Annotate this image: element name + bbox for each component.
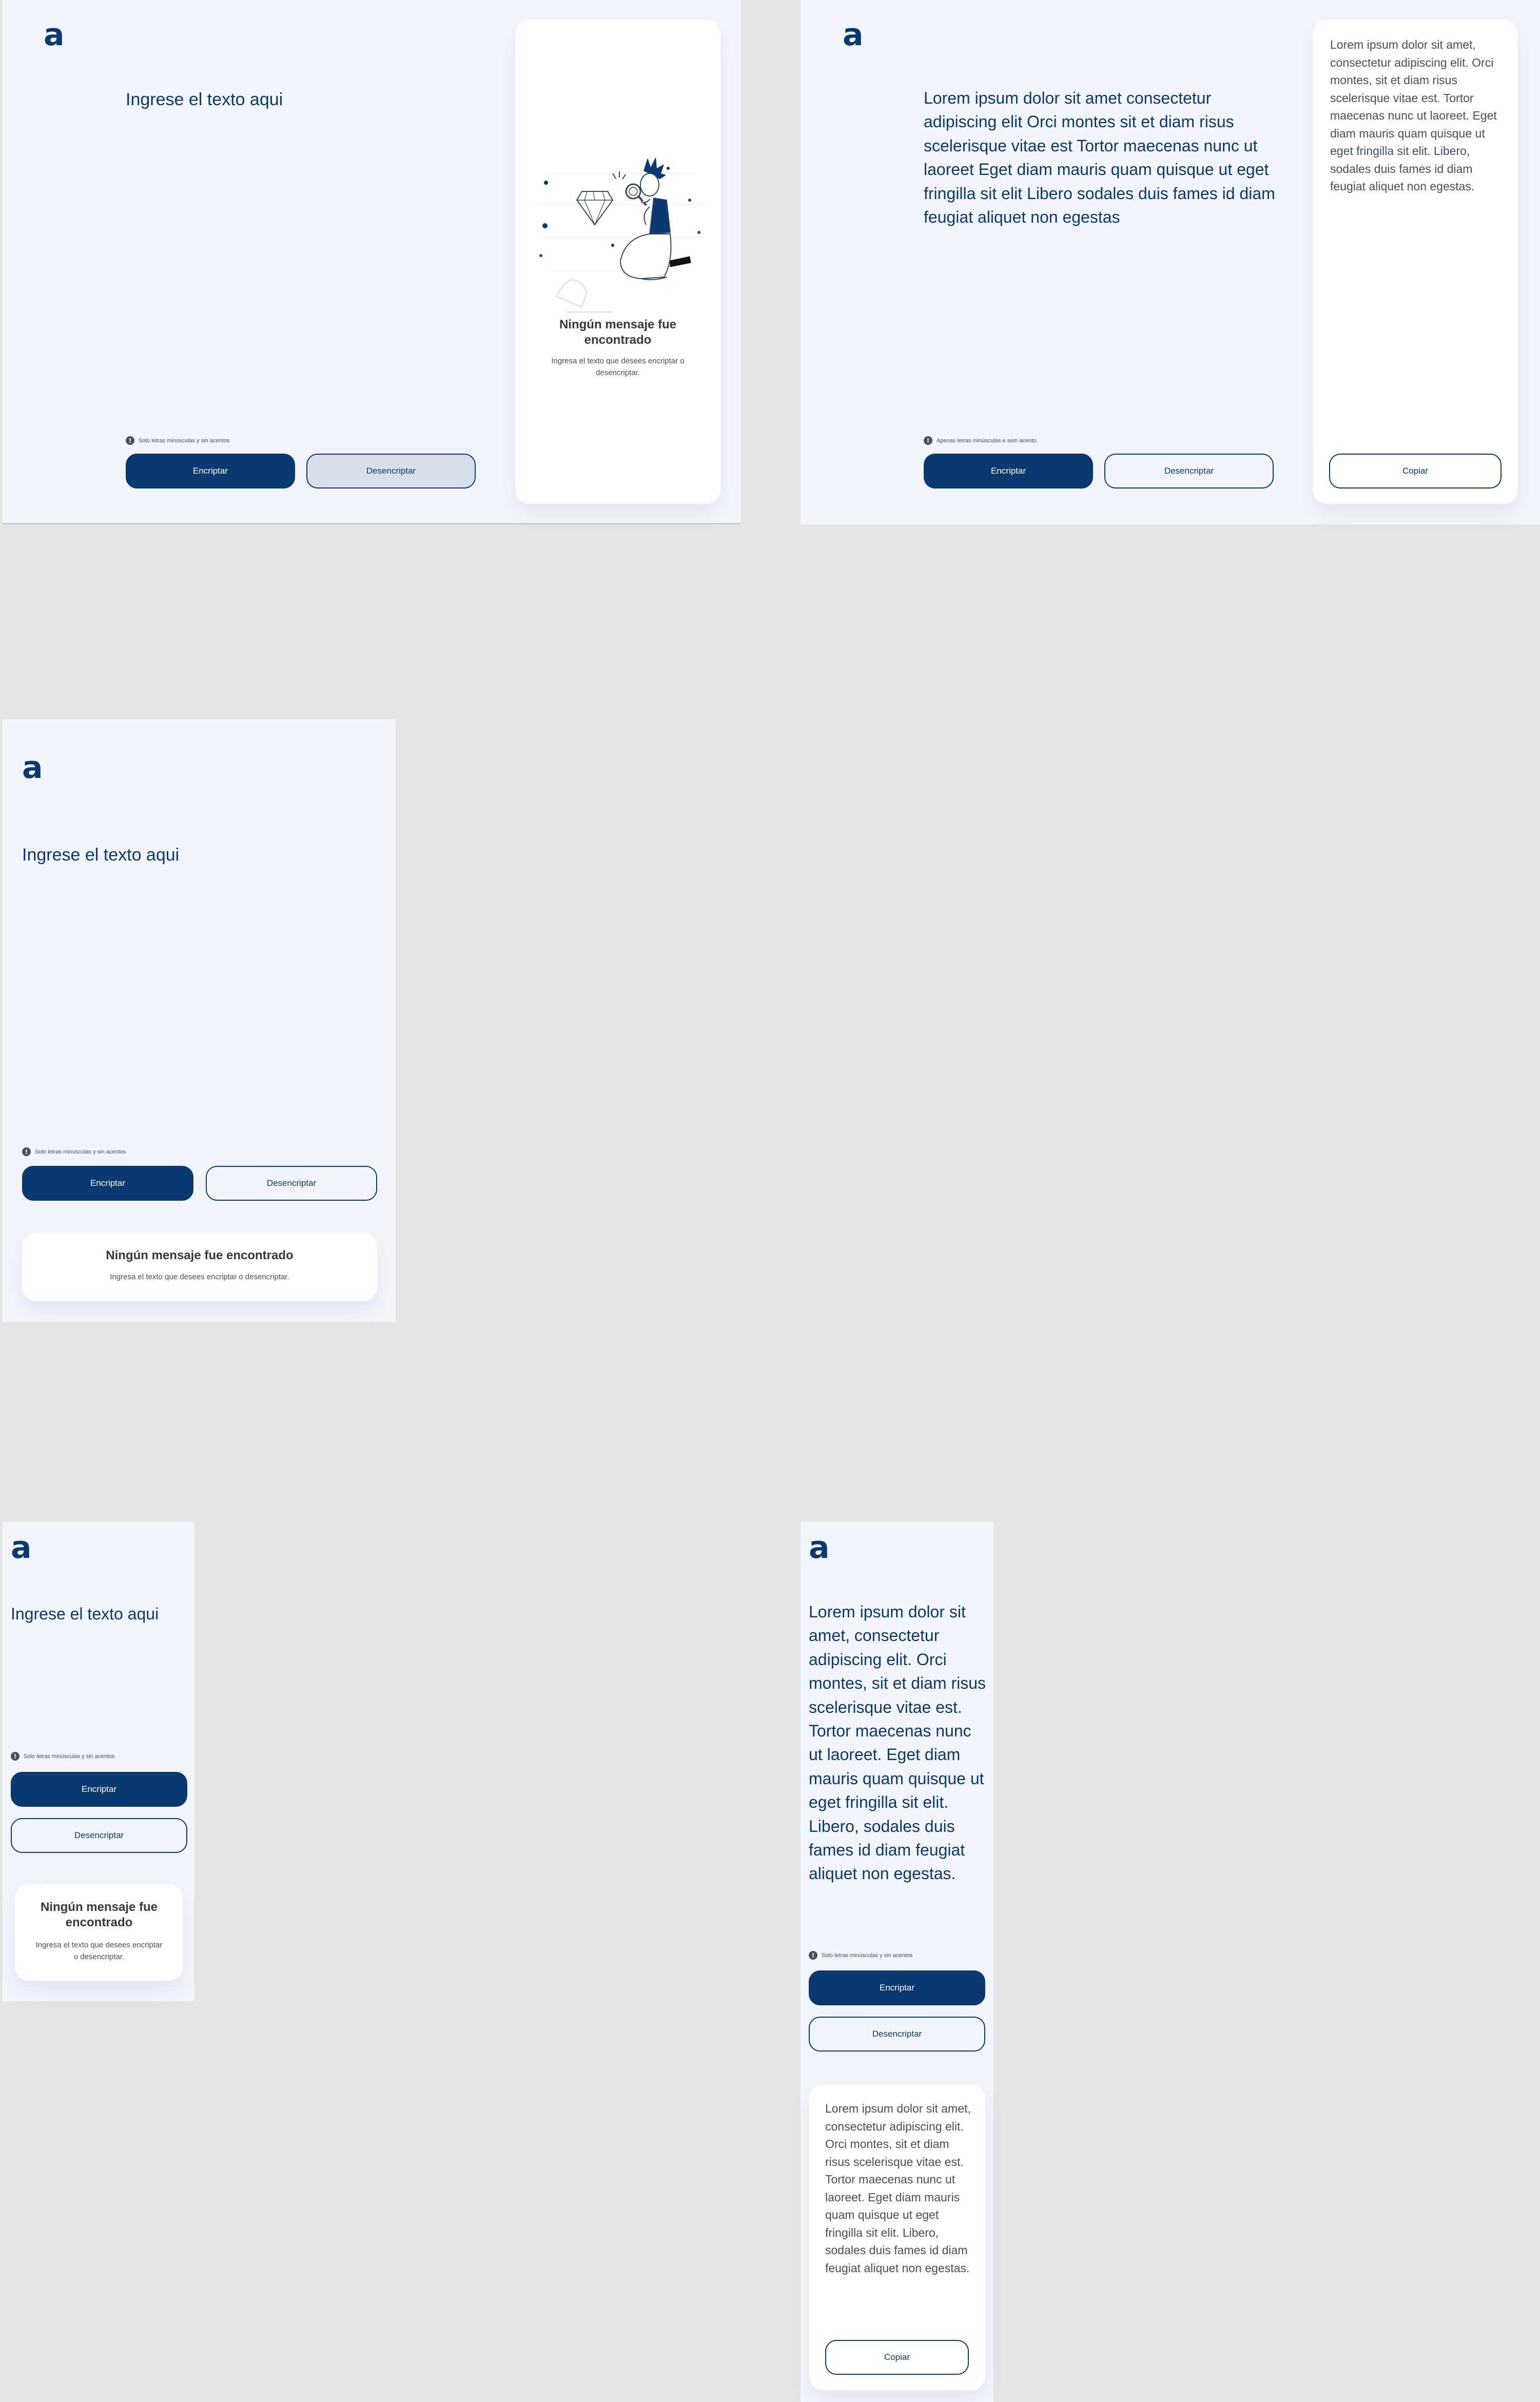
decrypt-button[interactable]: Desencriptar (1104, 454, 1274, 489)
copy-button[interactable]: Copiar (825, 2340, 969, 2375)
empty-subtitle: Ingresa el texto que desees encriptar o … (110, 1273, 289, 1281)
text-input[interactable]: Ingrese el texto aqui (22, 843, 376, 868)
output-text: Lorem ipsum dolor sit amet, consectetur … (1330, 38, 1497, 193)
encrypt-button[interactable]: Encriptar (22, 1166, 193, 1201)
input-hint: ! Solo letras minúsculas y sin acentos (11, 1752, 114, 1761)
encrypt-button[interactable]: Encriptar (126, 454, 295, 489)
info-icon: ! (924, 436, 932, 445)
desktop-filled-frame: a Lorem ipsum dolor sit amet consectetur… (801, 0, 1540, 524)
output-card: Ningún mensaje fue encontrado Ingresa el… (515, 19, 720, 504)
output-card: Ningún mensaje fue encontrado Ingresa el… (15, 1884, 183, 1981)
decrypt-button[interactable]: Desencriptar (306, 454, 476, 489)
hint-text: Solo letras minúsculas y sin acentos (139, 437, 230, 444)
empty-subtitle: Ingresa el texto que desees encriptar o … (35, 1941, 163, 1961)
logo[interactable]: a (809, 1532, 830, 1563)
info-icon: ! (809, 1951, 817, 1960)
hint-text: Solo letras minúsculas y sin acentos (822, 1952, 913, 1959)
text-input[interactable]: Lorem ipsum dolor sit amet, consectetur … (809, 1600, 986, 1886)
tablet-empty-frame: a Ingrese el texto aqui ! Solo letras mi… (3, 719, 396, 1322)
empty-title: Ningún mensaje fue encontrado (40, 1900, 158, 1929)
text-input[interactable]: Lorem ipsum dolor sit amet consectetur a… (924, 86, 1278, 229)
text-input[interactable]: Ingrese el texto aqui (126, 87, 500, 112)
empty-title: Ningún mensaje fue encontrado (106, 1248, 294, 1262)
encrypt-button[interactable]: Encriptar (809, 1970, 985, 2005)
input-hint: ! Solo letras minúsculas y sin acentos (809, 1951, 912, 1960)
info-icon: ! (11, 1752, 20, 1761)
output-text: Lorem ipsum dolor sit amet, consectetur … (825, 2102, 971, 2275)
output-card: Lorem ipsum dolor sit amet, consectetur … (1313, 19, 1518, 504)
desktop-empty-frame: a Ingrese el texto aqui ! Solo letras mi… (3, 0, 740, 524)
mobile-empty-frame: a Ingrese el texto aqui ! Solo letras mi… (3, 1522, 194, 2001)
input-hint: ! Apenas letras minúsculas e sem acento. (924, 436, 1038, 445)
empty-subtitle: Ingresa el texto que desees encriptar o … (551, 357, 685, 377)
logo[interactable]: a (11, 1532, 32, 1563)
logo[interactable]: a (22, 752, 43, 783)
copy-button[interactable]: Copiar (1329, 454, 1502, 489)
output-card: Lorem ipsum dolor sit amet, consectetur … (809, 2084, 985, 2390)
hint-text: Solo letras minúsculas y sin acentos (35, 1148, 126, 1155)
logo[interactable]: a (44, 19, 65, 50)
logo[interactable]: a (843, 19, 864, 50)
decrypt-button[interactable]: Desencriptar (809, 2017, 985, 2052)
hint-text: Solo letras minúsculas y sin acentos (24, 1753, 115, 1760)
hint-text: Apenas letras minúsculas e sem acento. (937, 437, 1038, 444)
info-icon: ! (126, 436, 134, 445)
decrypt-button[interactable]: Desencriptar (11, 1818, 187, 1853)
decrypt-button[interactable]: Desencriptar (206, 1166, 377, 1201)
text-input[interactable]: Ingrese el texto aqui (11, 1602, 185, 1626)
info-icon: ! (22, 1147, 31, 1156)
empty-title: Ningún mensaje fue encontrado (559, 318, 677, 347)
mobile-filled-frame: a Lorem ipsum dolor sit amet, consectetu… (801, 1522, 993, 2402)
input-hint: ! Solo letras minúsculas y sin acentos (22, 1147, 126, 1156)
encrypt-button[interactable]: Encriptar (924, 454, 1093, 489)
person-with-magnifier-and-diamond-illustration (536, 157, 705, 313)
input-hint: ! Solo letras minúsculas y sin acentos (126, 436, 229, 445)
encrypt-button[interactable]: Encriptar (11, 1772, 187, 1807)
output-card: Ningún mensaje fue encontrado Ingresa el… (22, 1233, 377, 1301)
